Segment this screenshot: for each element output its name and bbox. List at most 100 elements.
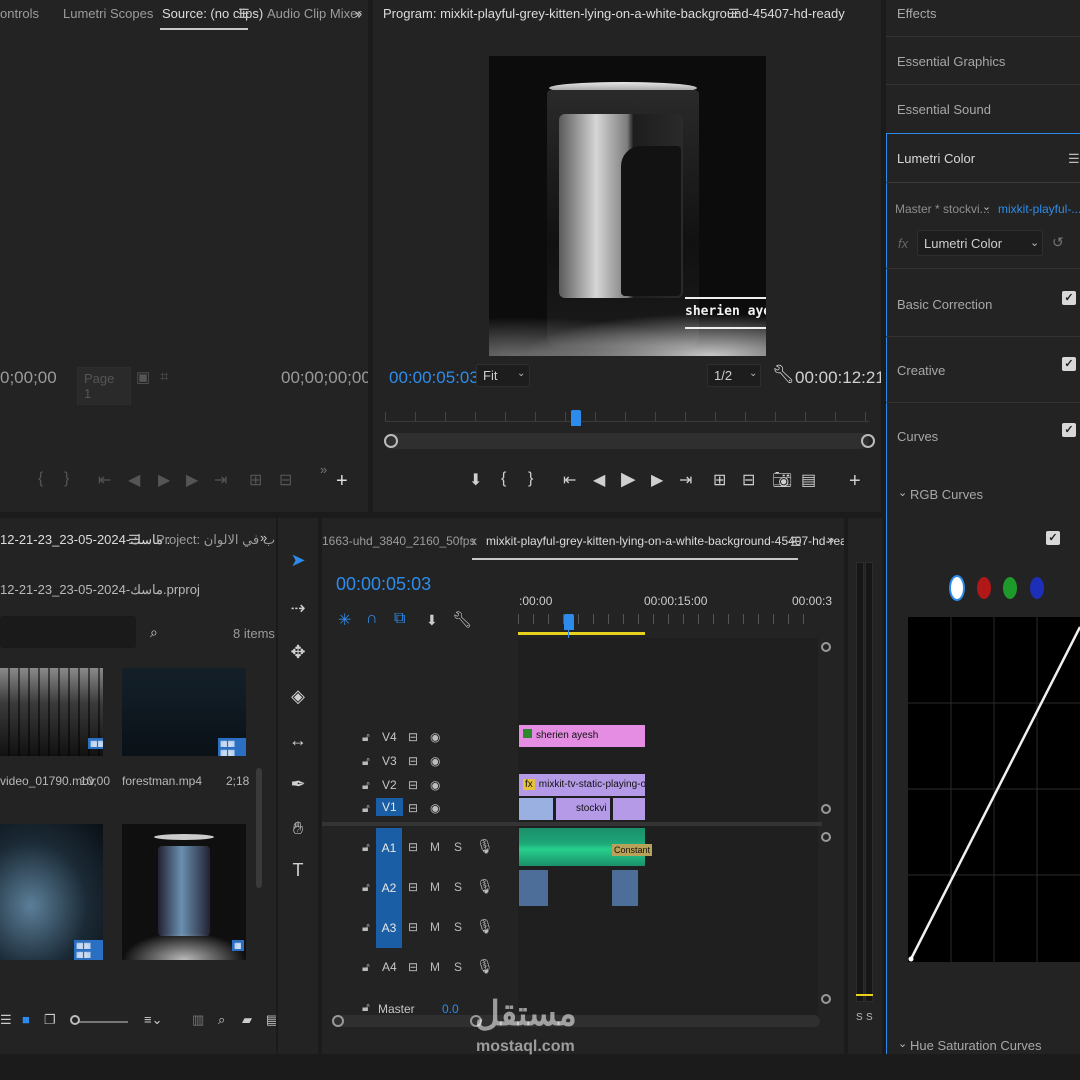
channel-red-button[interactable]	[977, 577, 991, 599]
step-forward-icon[interactable]: ▶	[651, 470, 663, 490]
sync-icon[interactable]: ⊟	[408, 754, 418, 768]
mute-button[interactable]: M	[430, 920, 440, 934]
basic-correction-section[interactable]: Basic Correction	[897, 297, 992, 312]
clip-thumbnail[interactable]: ▦▦ ▦▦	[0, 824, 103, 960]
more-tabs-icon[interactable]: »	[355, 6, 362, 21]
tab-lumetri-scopes[interactable]: Lumetri Scopes	[63, 6, 153, 21]
solo-right-button[interactable]: S	[866, 1012, 873, 1023]
sync-icon[interactable]: ⊟	[408, 730, 418, 744]
master-chevron-icon[interactable]: ⌄	[982, 200, 991, 213]
lift-icon[interactable]: ⊞	[713, 470, 726, 490]
mark-in-icon[interactable]: {	[38, 470, 43, 488]
clip-stockvi[interactable]: stockvi	[556, 798, 610, 820]
hue-saturation-curves-label[interactable]: Hue Saturation Curves	[910, 1038, 1042, 1053]
rgb-curves-label[interactable]: RGB Curves	[910, 487, 983, 502]
solo-left-button[interactable]: S	[856, 1012, 863, 1023]
timeline-scroll-handle[interactable]	[821, 994, 831, 1004]
creative-section[interactable]: Creative	[897, 363, 945, 378]
go-to-out-icon[interactable]: ⇥	[679, 470, 692, 490]
go-to-out-icon[interactable]: ⇥	[214, 470, 227, 490]
tab-effect-controls[interactable]: ontrols	[0, 6, 39, 21]
hand-tool-icon[interactable]: ✋︎	[288, 818, 308, 839]
channel-white-button[interactable]	[949, 575, 965, 601]
go-to-in-icon[interactable]: ⇤	[563, 470, 576, 490]
curves-section[interactable]: Curves	[897, 429, 938, 444]
source-grid-icon[interactable]: ⌗	[160, 368, 168, 385]
channel-blue-button[interactable]	[1030, 577, 1044, 599]
reset-icon[interactable]: ↺	[1052, 234, 1064, 251]
tab-close-icon[interactable]: x	[471, 534, 477, 548]
solo-button[interactable]: S	[454, 880, 462, 894]
tab-audio-clip-mixer[interactable]: Audio Clip Mixer	[267, 6, 362, 21]
effects-panel-tab[interactable]: Effects	[897, 6, 937, 21]
clip-thumbnail[interactable]: ▦▦ ▦▦	[122, 668, 246, 756]
work-area-bar[interactable]	[518, 632, 645, 635]
timeline-scroll-handle[interactable]	[821, 832, 831, 842]
lock-icon[interactable]: 🔓︎	[362, 730, 370, 745]
new-search-bin-icon[interactable]: ⌕	[150, 624, 158, 641]
automate-icon[interactable]: ▥	[192, 1012, 204, 1028]
mute-button[interactable]: M	[430, 880, 440, 894]
h-scroll-handle-left[interactable]	[332, 1015, 344, 1027]
insert-icon[interactable]: ⊞	[249, 470, 262, 490]
lock-icon[interactable]: 🔓︎	[362, 1000, 370, 1015]
sequence-playhead[interactable]	[564, 614, 574, 630]
more-tabs-icon[interactable]: »	[827, 532, 834, 547]
menu-icon[interactable]: ☰	[790, 534, 802, 550]
mute-button[interactable]: M	[430, 960, 440, 974]
extract-icon[interactable]: ⊟	[742, 470, 755, 490]
menu-icon[interactable]: ☰	[1068, 151, 1080, 167]
linked-selection-icon[interactable]: ⧉	[394, 610, 405, 628]
find-icon[interactable]: ⌕	[218, 1012, 225, 1028]
sort-icon[interactable]: ≡⌄	[144, 1012, 162, 1028]
mark-in-icon[interactable]: {	[501, 470, 506, 488]
razor-tool-icon[interactable]: ◈	[288, 686, 308, 707]
sync-icon[interactable]: ⊟	[408, 960, 418, 974]
master-volume[interactable]: 0.0	[442, 1002, 459, 1016]
slip-tool-icon[interactable]: ↔	[288, 730, 308, 751]
eye-icon[interactable]: ◉	[430, 801, 440, 815]
audio-clip-a2-1[interactable]	[519, 870, 548, 906]
curves-checkbox[interactable]: ✓	[1062, 423, 1076, 437]
sync-icon[interactable]: ⊟	[408, 801, 418, 815]
microphone-icon[interactable]: 🎙︎	[476, 958, 494, 975]
track-v1[interactable]: V1	[376, 798, 403, 816]
microphone-icon[interactable]: 🎙︎	[476, 838, 494, 855]
new-bin-icon[interactable]: ▰	[242, 1012, 252, 1028]
timeline-scroll-handle[interactable]	[821, 804, 831, 814]
lock-icon[interactable]: 🔓︎	[362, 960, 370, 975]
clip-thumbnail[interactable]: ▦▦	[0, 668, 103, 756]
eye-icon[interactable]: ◉	[430, 730, 440, 744]
zoom-handle-left[interactable]	[384, 434, 398, 448]
ripple-edit-tool-icon[interactable]: ✥	[288, 642, 308, 663]
audio-transition-label[interactable]: Constant	[612, 844, 653, 856]
playhead-marker[interactable]	[571, 410, 581, 426]
lock-icon[interactable]: 🔓︎	[362, 920, 370, 935]
lock-icon[interactable]: 🔓︎	[362, 880, 370, 895]
freeform-view-icon[interactable]: ❐	[44, 1012, 56, 1028]
play-icon[interactable]: ▶	[158, 470, 170, 490]
audio-clip-a2-2[interactable]	[612, 870, 638, 906]
mute-button[interactable]: M	[430, 840, 440, 854]
lumetri-color-tab[interactable]: Lumetri Color	[897, 151, 975, 166]
zoom-scrollbar[interactable]	[385, 433, 869, 449]
clip-stock-3[interactable]	[613, 798, 645, 820]
nest-icon[interactable]: ✳	[338, 610, 351, 630]
timeline-settings-icon[interactable]: 🔧︎	[452, 610, 472, 630]
overwrite-icon[interactable]: ⊟	[279, 470, 292, 490]
menu-icon[interactable]: ☰	[128, 532, 140, 548]
step-back-icon[interactable]: ◀	[128, 470, 140, 490]
eye-icon[interactable]: ◉	[430, 778, 440, 792]
solo-button[interactable]: S	[454, 920, 462, 934]
tab-project[interactable]: Project: ب في الالوان	[156, 532, 275, 548]
effect-select[interactable]: Lumetri Color	[917, 230, 1043, 256]
clip-sherien-ayesh[interactable]: sherien ayesh	[519, 725, 645, 747]
rgb-curves-chevron-icon[interactable]: ⌄	[898, 486, 907, 499]
add-marker-icon[interactable]: ⬇	[426, 612, 438, 629]
clip-link[interactable]: mixkit-playful-...	[998, 202, 1080, 216]
track-select-tool-icon[interactable]: ⇢	[288, 598, 308, 619]
selection-tool-icon[interactable]: ➤	[288, 550, 308, 571]
master-clip-label[interactable]: Master * stockvi...	[895, 202, 990, 216]
step-back-icon[interactable]: ◀	[593, 470, 605, 490]
add-button-icon[interactable]: +	[849, 470, 861, 493]
